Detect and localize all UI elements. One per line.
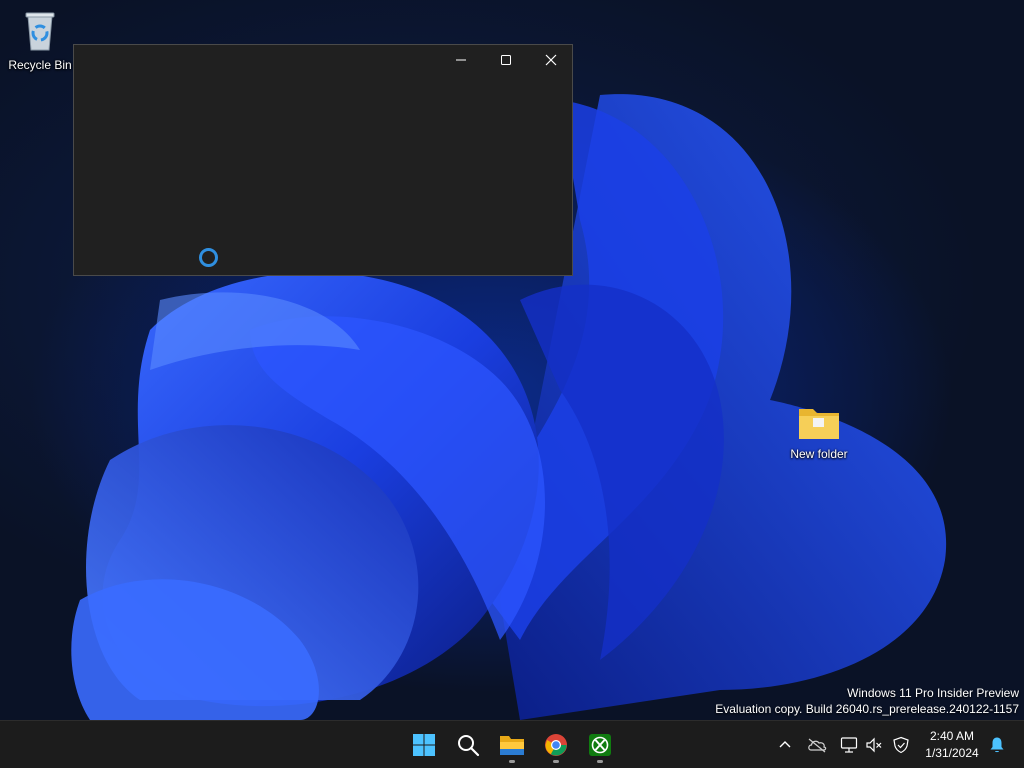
desktop-icon-recycle-bin[interactable]: Recycle Bin: [0, 8, 80, 72]
recycle-bin-label: Recycle Bin: [8, 58, 72, 72]
folder-icon: [799, 409, 839, 439]
onedrive-icon: [808, 738, 827, 753]
network-tray-button[interactable]: [837, 733, 861, 757]
volume-tray-button[interactable]: [862, 733, 886, 757]
clock-date: 1/31/2024: [925, 746, 979, 760]
search-icon: [458, 735, 480, 757]
show-hidden-icons-button[interactable]: [773, 733, 797, 757]
maximize-button[interactable]: [483, 45, 529, 75]
chrome-icon: [545, 734, 567, 756]
minimize-icon: [456, 59, 466, 61]
watermark-build: Evaluation copy. Build 26040.rs_prerelea…: [715, 702, 1019, 716]
new-folder-label: New folder: [790, 447, 848, 461]
clock-time: 2:40 AM: [929, 729, 975, 743]
windows-logo-icon: [413, 734, 435, 756]
running-indicator: [553, 760, 559, 763]
build-watermark: Windows 11 Pro Insider Preview Evaluatio…: [715, 685, 1019, 717]
xbox-icon: [589, 734, 611, 756]
app-window[interactable]: [73, 44, 573, 276]
clock[interactable]: 2:40 AM 1/31/2024: [918, 728, 986, 762]
volume-muted-icon: [866, 737, 882, 753]
xbox-button[interactable]: [580, 725, 620, 765]
file-explorer-button[interactable]: [492, 725, 532, 765]
search-button[interactable]: [448, 725, 488, 765]
start-button[interactable]: [404, 725, 444, 765]
running-indicator: [597, 760, 603, 763]
desktop-icon-new-folder[interactable]: New folder: [779, 403, 859, 461]
maximize-icon: [501, 55, 511, 65]
running-indicator: [509, 760, 515, 763]
security-icon: [893, 736, 909, 754]
file-explorer-icon: [500, 736, 524, 755]
recycle-bin-icon: [25, 12, 55, 51]
network-icon: [840, 737, 858, 753]
watermark-edition: Windows 11 Pro Insider Preview: [847, 686, 1019, 700]
security-tray-button[interactable]: [889, 733, 913, 757]
bell-icon: [990, 737, 1004, 753]
chevron-up-icon: [779, 741, 791, 748]
close-button[interactable]: [528, 45, 574, 75]
notifications-button[interactable]: [985, 733, 1009, 757]
loading-spinner-icon: [199, 248, 218, 267]
taskbar: 2:40 AM 1/31/2024: [0, 720, 1024, 768]
close-icon: [545, 54, 557, 66]
desktop: Recycle Bin New folder Windows 11 Pro In…: [0, 0, 1024, 720]
chrome-button[interactable]: [536, 725, 576, 765]
onedrive-tray-button[interactable]: [805, 733, 829, 757]
minimize-button[interactable]: [438, 45, 484, 75]
